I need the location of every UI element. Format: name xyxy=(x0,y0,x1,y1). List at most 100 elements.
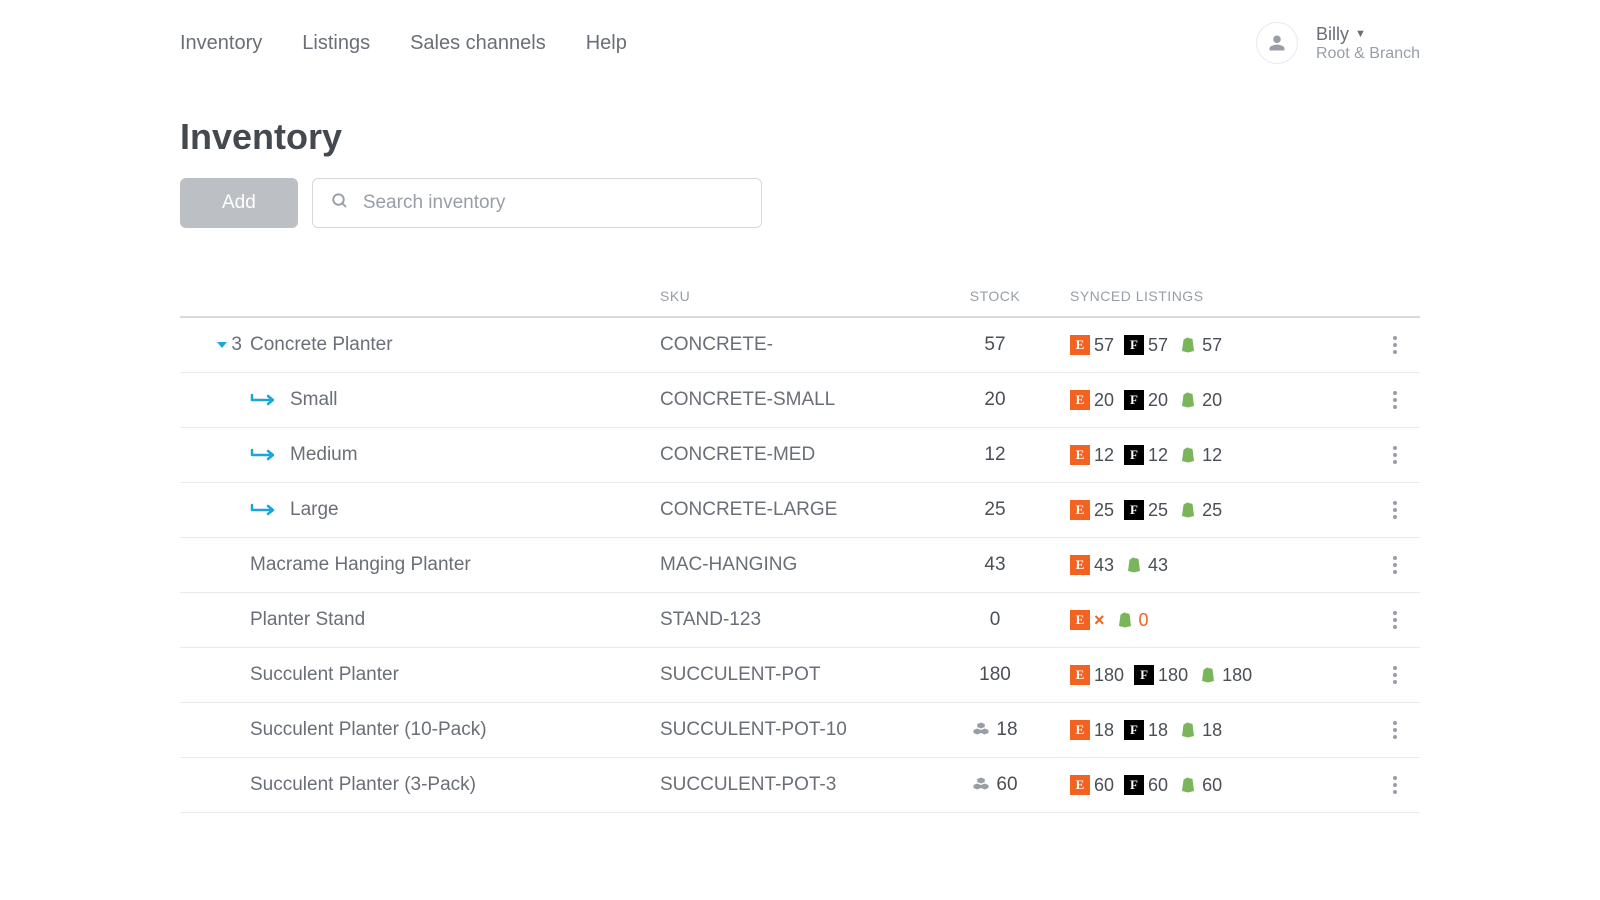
shopify-icon xyxy=(1124,555,1144,575)
sync-faire[interactable]: F 57 xyxy=(1124,335,1168,356)
table-header: SKU STOCK SYNCED LISTINGS xyxy=(180,288,1420,318)
bundle-icon xyxy=(972,721,990,739)
sku-value: CONCRETE-SMALL xyxy=(660,389,920,411)
item-name: Succulent Planter (3-Pack) xyxy=(250,774,476,796)
sku-value: MAC-HANGING xyxy=(660,554,920,576)
sync-shopify[interactable]: 43 xyxy=(1124,555,1168,576)
shopify-icon xyxy=(1178,720,1198,740)
sync-value: 12 xyxy=(1094,445,1114,466)
col-header-synced[interactable]: SYNCED LISTINGS xyxy=(1070,288,1370,304)
sync-shopify[interactable]: 18 xyxy=(1178,720,1222,741)
sync-etsy[interactable]: E 25 xyxy=(1070,500,1114,521)
sync-value: 60 xyxy=(1148,775,1168,796)
row-actions-button[interactable] xyxy=(1370,391,1420,409)
avatar-icon xyxy=(1256,22,1298,64)
add-button[interactable]: Add xyxy=(180,178,298,228)
table-row[interactable]: Small CONCRETE-SMALL 20 E 20 F 20 20 xyxy=(180,373,1420,428)
stock-value: 12 xyxy=(984,444,1005,466)
sync-value: 20 xyxy=(1202,390,1222,411)
sync-faire[interactable]: F 60 xyxy=(1124,775,1168,796)
row-actions-button[interactable] xyxy=(1370,336,1420,354)
sync-value: 0 xyxy=(1139,610,1149,631)
sync-etsy[interactable]: E 20 xyxy=(1070,390,1114,411)
nav-sales-channels[interactable]: Sales channels xyxy=(410,32,546,55)
sync-etsy[interactable]: E 18 xyxy=(1070,720,1114,741)
sync-etsy[interactable]: E 57 xyxy=(1070,335,1114,356)
col-header-sku[interactable]: SKU xyxy=(660,288,920,304)
variant-arrow-icon xyxy=(250,393,276,407)
stock-value: 43 xyxy=(984,554,1005,576)
shopify-icon xyxy=(1178,775,1198,795)
user-menu[interactable]: Billy ▼ Root & Branch xyxy=(1256,22,1420,64)
sync-shopify[interactable]: 20 xyxy=(1178,390,1222,411)
row-actions-button[interactable] xyxy=(1370,556,1420,574)
sync-shopify[interactable]: 0 xyxy=(1115,610,1149,631)
sync-value: 18 xyxy=(1094,720,1114,741)
sync-shopify[interactable]: 12 xyxy=(1178,445,1222,466)
shopify-icon xyxy=(1115,610,1135,630)
sync-faire[interactable]: F 25 xyxy=(1124,500,1168,521)
table-row[interactable]: Large CONCRETE-LARGE 25 E 25 F 25 25 xyxy=(180,483,1420,538)
kebab-icon xyxy=(1393,446,1397,464)
sync-etsy[interactable]: E 12 xyxy=(1070,445,1114,466)
sync-shopify[interactable]: 25 xyxy=(1178,500,1222,521)
top-nav: Inventory Listings Sales channels Help B… xyxy=(80,0,1520,86)
table-row[interactable]: Succulent Planter (10-Pack) SUCCULENT-PO… xyxy=(180,703,1420,758)
inventory-table: SKU STOCK SYNCED LISTINGS 3 Concrete Pla… xyxy=(180,288,1420,813)
etsy-icon: E xyxy=(1070,775,1090,795)
page-title: Inventory xyxy=(180,116,1420,158)
sync-value: 18 xyxy=(1148,720,1168,741)
sku-value: SUCCULENT-POT xyxy=(660,664,920,686)
row-actions-button[interactable] xyxy=(1370,666,1420,684)
search-input-wrap[interactable] xyxy=(312,178,762,228)
item-name: Medium xyxy=(290,444,358,466)
row-actions-button[interactable] xyxy=(1370,611,1420,629)
sync-value: 60 xyxy=(1094,775,1114,796)
sync-faire[interactable]: F 20 xyxy=(1124,390,1168,411)
table-row[interactable]: Planter Stand STAND-123 0 E × 0 xyxy=(180,593,1420,648)
sync-shopify[interactable]: 57 xyxy=(1178,335,1222,356)
shopify-icon xyxy=(1178,390,1198,410)
faire-icon: F xyxy=(1134,665,1154,685)
faire-icon: F xyxy=(1124,390,1144,410)
sync-etsy[interactable]: E 60 xyxy=(1070,775,1114,796)
nav-help[interactable]: Help xyxy=(586,32,627,55)
sync-shopify[interactable]: 180 xyxy=(1198,665,1252,686)
row-actions-button[interactable] xyxy=(1370,501,1420,519)
sync-etsy[interactable]: E 180 xyxy=(1070,665,1124,686)
sync-shopify[interactable]: 60 xyxy=(1178,775,1222,796)
sku-value: SUCCULENT-POT-3 xyxy=(660,774,920,796)
sync-faire[interactable]: F 12 xyxy=(1124,445,1168,466)
table-row[interactable]: Macrame Hanging Planter MAC-HANGING 43 E… xyxy=(180,538,1420,593)
table-row[interactable]: Medium CONCRETE-MED 12 E 12 F 12 12 xyxy=(180,428,1420,483)
sync-etsy[interactable]: E × xyxy=(1070,610,1105,631)
row-actions-button[interactable] xyxy=(1370,721,1420,739)
nav-inventory[interactable]: Inventory xyxy=(180,32,262,55)
col-header-stock[interactable]: STOCK xyxy=(920,288,1070,304)
row-actions-button[interactable] xyxy=(1370,446,1420,464)
row-actions-button[interactable] xyxy=(1370,776,1420,794)
bundle-icon xyxy=(972,776,990,794)
sku-value: SUCCULENT-POT-10 xyxy=(660,719,920,741)
sync-faire[interactable]: F 180 xyxy=(1134,665,1188,686)
etsy-icon: E xyxy=(1070,555,1090,575)
faire-icon: F xyxy=(1124,445,1144,465)
stock-value: 57 xyxy=(984,334,1005,356)
table-row[interactable]: 3 Concrete Planter CONCRETE- 57 E 57 F 5… xyxy=(180,318,1420,373)
search-input[interactable] xyxy=(361,191,743,215)
sync-faire[interactable]: F 18 xyxy=(1124,720,1168,741)
shopify-icon xyxy=(1198,665,1218,685)
sync-value: 25 xyxy=(1202,500,1222,521)
item-name: Small xyxy=(290,389,338,411)
sync-etsy[interactable]: E 43 xyxy=(1070,555,1114,576)
table-row[interactable]: Succulent Planter SUCCULENT-POT 180 E 18… xyxy=(180,648,1420,703)
etsy-icon: E xyxy=(1070,500,1090,520)
sync-value: 12 xyxy=(1202,445,1222,466)
kebab-icon xyxy=(1393,721,1397,739)
stock-value: 25 xyxy=(984,499,1005,521)
table-row[interactable]: Succulent Planter (3-Pack) SUCCULENT-POT… xyxy=(180,758,1420,813)
sync-value: 180 xyxy=(1158,665,1188,686)
nav-listings[interactable]: Listings xyxy=(302,32,370,55)
item-name: Succulent Planter (10-Pack) xyxy=(250,719,487,741)
caret-down-icon[interactable] xyxy=(217,342,227,348)
